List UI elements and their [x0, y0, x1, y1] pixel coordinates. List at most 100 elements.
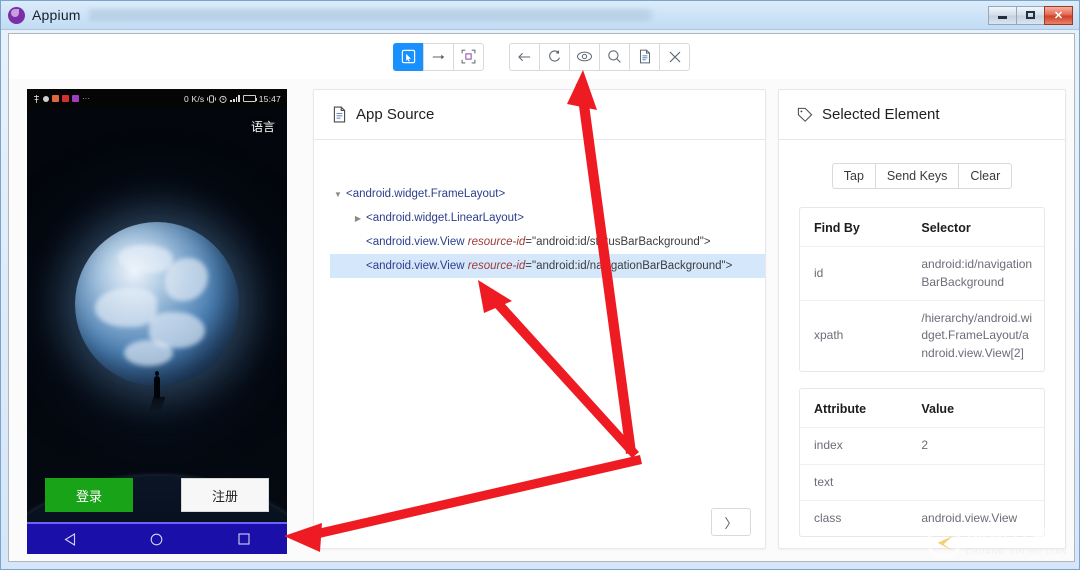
device-screenshot[interactable]: ··· 0 K/s 15:47 [27, 89, 287, 554]
cell-value: android:id/navigationBarBackground [907, 247, 1044, 300]
element-action-buttons: TapSend KeysClear [779, 163, 1065, 189]
statusbar-right-icons: 0 K/s 15:47 [184, 94, 281, 104]
screenshot-panel: ··· 0 K/s 15:47 [9, 79, 309, 561]
selected-element-card: Selected Element TapSend KeysClear Find … [778, 89, 1066, 549]
login-button[interactable]: 登录 [45, 478, 133, 512]
statusbar-left-icons: ··· [33, 94, 90, 103]
table-header-row: Find BySelector [800, 208, 1044, 246]
search-for-element-button[interactable] [569, 43, 600, 71]
tap-by-coordinates-tool[interactable] [453, 43, 484, 71]
select-element-tool[interactable] [393, 43, 424, 71]
selected-element-header: Selected Element [779, 90, 1065, 140]
recents-square-icon [238, 533, 250, 545]
person-silhouette [154, 376, 160, 398]
network-speed: 0 K/s [184, 94, 204, 104]
app-source-card: App Source ▼<android.widget.FrameLayout>… [313, 89, 766, 549]
earth-graphic [75, 222, 239, 386]
app-body: ··· 0 K/s 15:47 [8, 33, 1075, 562]
location-icon [33, 95, 40, 103]
toolbar-group-interaction [393, 43, 484, 71]
os-window: Appium ✕ [0, 0, 1080, 570]
window-title: Appium [32, 7, 81, 23]
window-titlebar: Appium ✕ [1, 1, 1079, 30]
battery-icon [243, 95, 256, 102]
device-action-buttons: 登录 注册 [27, 478, 287, 512]
minimize-button[interactable] [988, 6, 1017, 25]
close-button[interactable]: ✕ [1044, 6, 1073, 25]
cell-value: 2 [907, 428, 1044, 463]
send-keys-button[interactable]: Send Keys [875, 163, 959, 189]
titlebar-blurred-text [89, 9, 989, 21]
source-tree-node-label: <android.view.View resource-id="android:… [366, 260, 732, 272]
more-icon: ··· [82, 94, 90, 103]
app-content: ··· 0 K/s 15:47 [9, 34, 1074, 561]
source-tree-node[interactable]: ▼<android.widget.FrameLayout> [330, 182, 765, 206]
find-by-row[interactable]: idandroid:id/navigationBarBackground [800, 246, 1044, 300]
selected-element-body: TapSend KeysClear Find BySelectoridandro… [779, 140, 1065, 548]
source-tree-node-label: <android.widget.LinearLayout> [366, 212, 524, 224]
source-tree-node-selected[interactable]: <android.view.View resource-id="android:… [330, 254, 765, 278]
app-icon-1 [52, 95, 59, 102]
column-header: Find By [800, 208, 907, 246]
back-button[interactable] [509, 43, 540, 71]
source-tree-node[interactable]: <android.view.View resource-id="android:… [330, 230, 765, 254]
cell-value: android.view.View [907, 501, 1044, 536]
attribute-table: AttributeValueindex2textclassandroid.vie… [799, 388, 1045, 537]
signal-icon [230, 95, 239, 102]
register-button[interactable]: 注册 [181, 478, 269, 512]
app-icon-2 [62, 95, 69, 102]
caret-down-icon[interactable]: ▼ [330, 190, 346, 199]
document-icon [332, 106, 347, 123]
source-tree-node[interactable]: ▶<android.widget.LinearLayout> [330, 206, 765, 230]
cell-key: text [800, 465, 907, 500]
table-header-row: AttributeValue [800, 389, 1044, 427]
home-circle-icon [150, 533, 163, 546]
message-icon [43, 96, 49, 102]
inspector-toolbar [9, 34, 1074, 79]
search-button[interactable] [599, 43, 630, 71]
quit-session-button[interactable] [659, 43, 690, 71]
attribute-row[interactable]: index2 [800, 427, 1044, 463]
app-source-header: App Source [314, 90, 765, 140]
app-source-title: App Source [356, 106, 434, 123]
selected-element-panel: Selected Element TapSend KeysClear Find … [774, 79, 1074, 561]
app-source-panel: App Source ▼<android.widget.FrameLayout>… [309, 79, 774, 561]
column-header: Attribute [800, 389, 907, 427]
device-screen-content: 语言 登录 注 [27, 108, 287, 554]
cell-key: index [800, 428, 907, 463]
back-triangle-icon [64, 533, 76, 546]
column-header: Value [907, 389, 1044, 427]
alarm-icon [219, 95, 227, 103]
navigation-bar-background[interactable] [27, 524, 287, 554]
source-tree-node-label: <android.widget.FrameLayout> [346, 188, 505, 200]
device-statusbar: ··· 0 K/s 15:47 [27, 89, 287, 108]
source-tree-node-label: <android.view.View resource-id="android:… [366, 236, 711, 248]
tap-button[interactable]: Tap [832, 163, 876, 189]
column-header: Selector [907, 208, 1044, 246]
next-page-button[interactable]: 〉 [711, 508, 751, 536]
app-source-body: ▼<android.widget.FrameLayout>▶<android.w… [314, 140, 765, 548]
find-by-table: Find BySelectoridandroid:id/navigationBa… [799, 207, 1045, 372]
find-by-row[interactable]: xpath/hierarchy/android.widget.FrameLayo… [800, 300, 1044, 371]
language-label[interactable]: 语言 [251, 118, 275, 135]
selected-element-title: Selected Element [822, 106, 940, 123]
inspector-columns: ··· 0 K/s 15:47 [9, 79, 1074, 561]
attribute-row[interactable]: classandroid.view.View [800, 500, 1044, 536]
vibrate-icon [207, 95, 216, 103]
clear-button[interactable]: Clear [958, 163, 1012, 189]
source-tree: ▼<android.widget.FrameLayout>▶<android.w… [314, 140, 765, 278]
caret-right-icon[interactable]: ▶ [350, 214, 366, 223]
swipe-tool[interactable] [423, 43, 454, 71]
tag-icon [797, 107, 813, 123]
attribute-row[interactable]: text [800, 464, 1044, 500]
refresh-source-button[interactable] [539, 43, 570, 71]
toolbar-group-session [509, 43, 690, 71]
cell-value: /hierarchy/android.widget.FrameLayout/an… [907, 301, 1044, 371]
device-time: 15:47 [259, 94, 281, 104]
copy-source-button[interactable] [629, 43, 660, 71]
cell-key: xpath [800, 301, 907, 371]
cell-key: class [800, 501, 907, 536]
cell-key: id [800, 247, 907, 300]
maximize-button[interactable] [1016, 6, 1045, 25]
appium-logo-icon [8, 7, 25, 24]
